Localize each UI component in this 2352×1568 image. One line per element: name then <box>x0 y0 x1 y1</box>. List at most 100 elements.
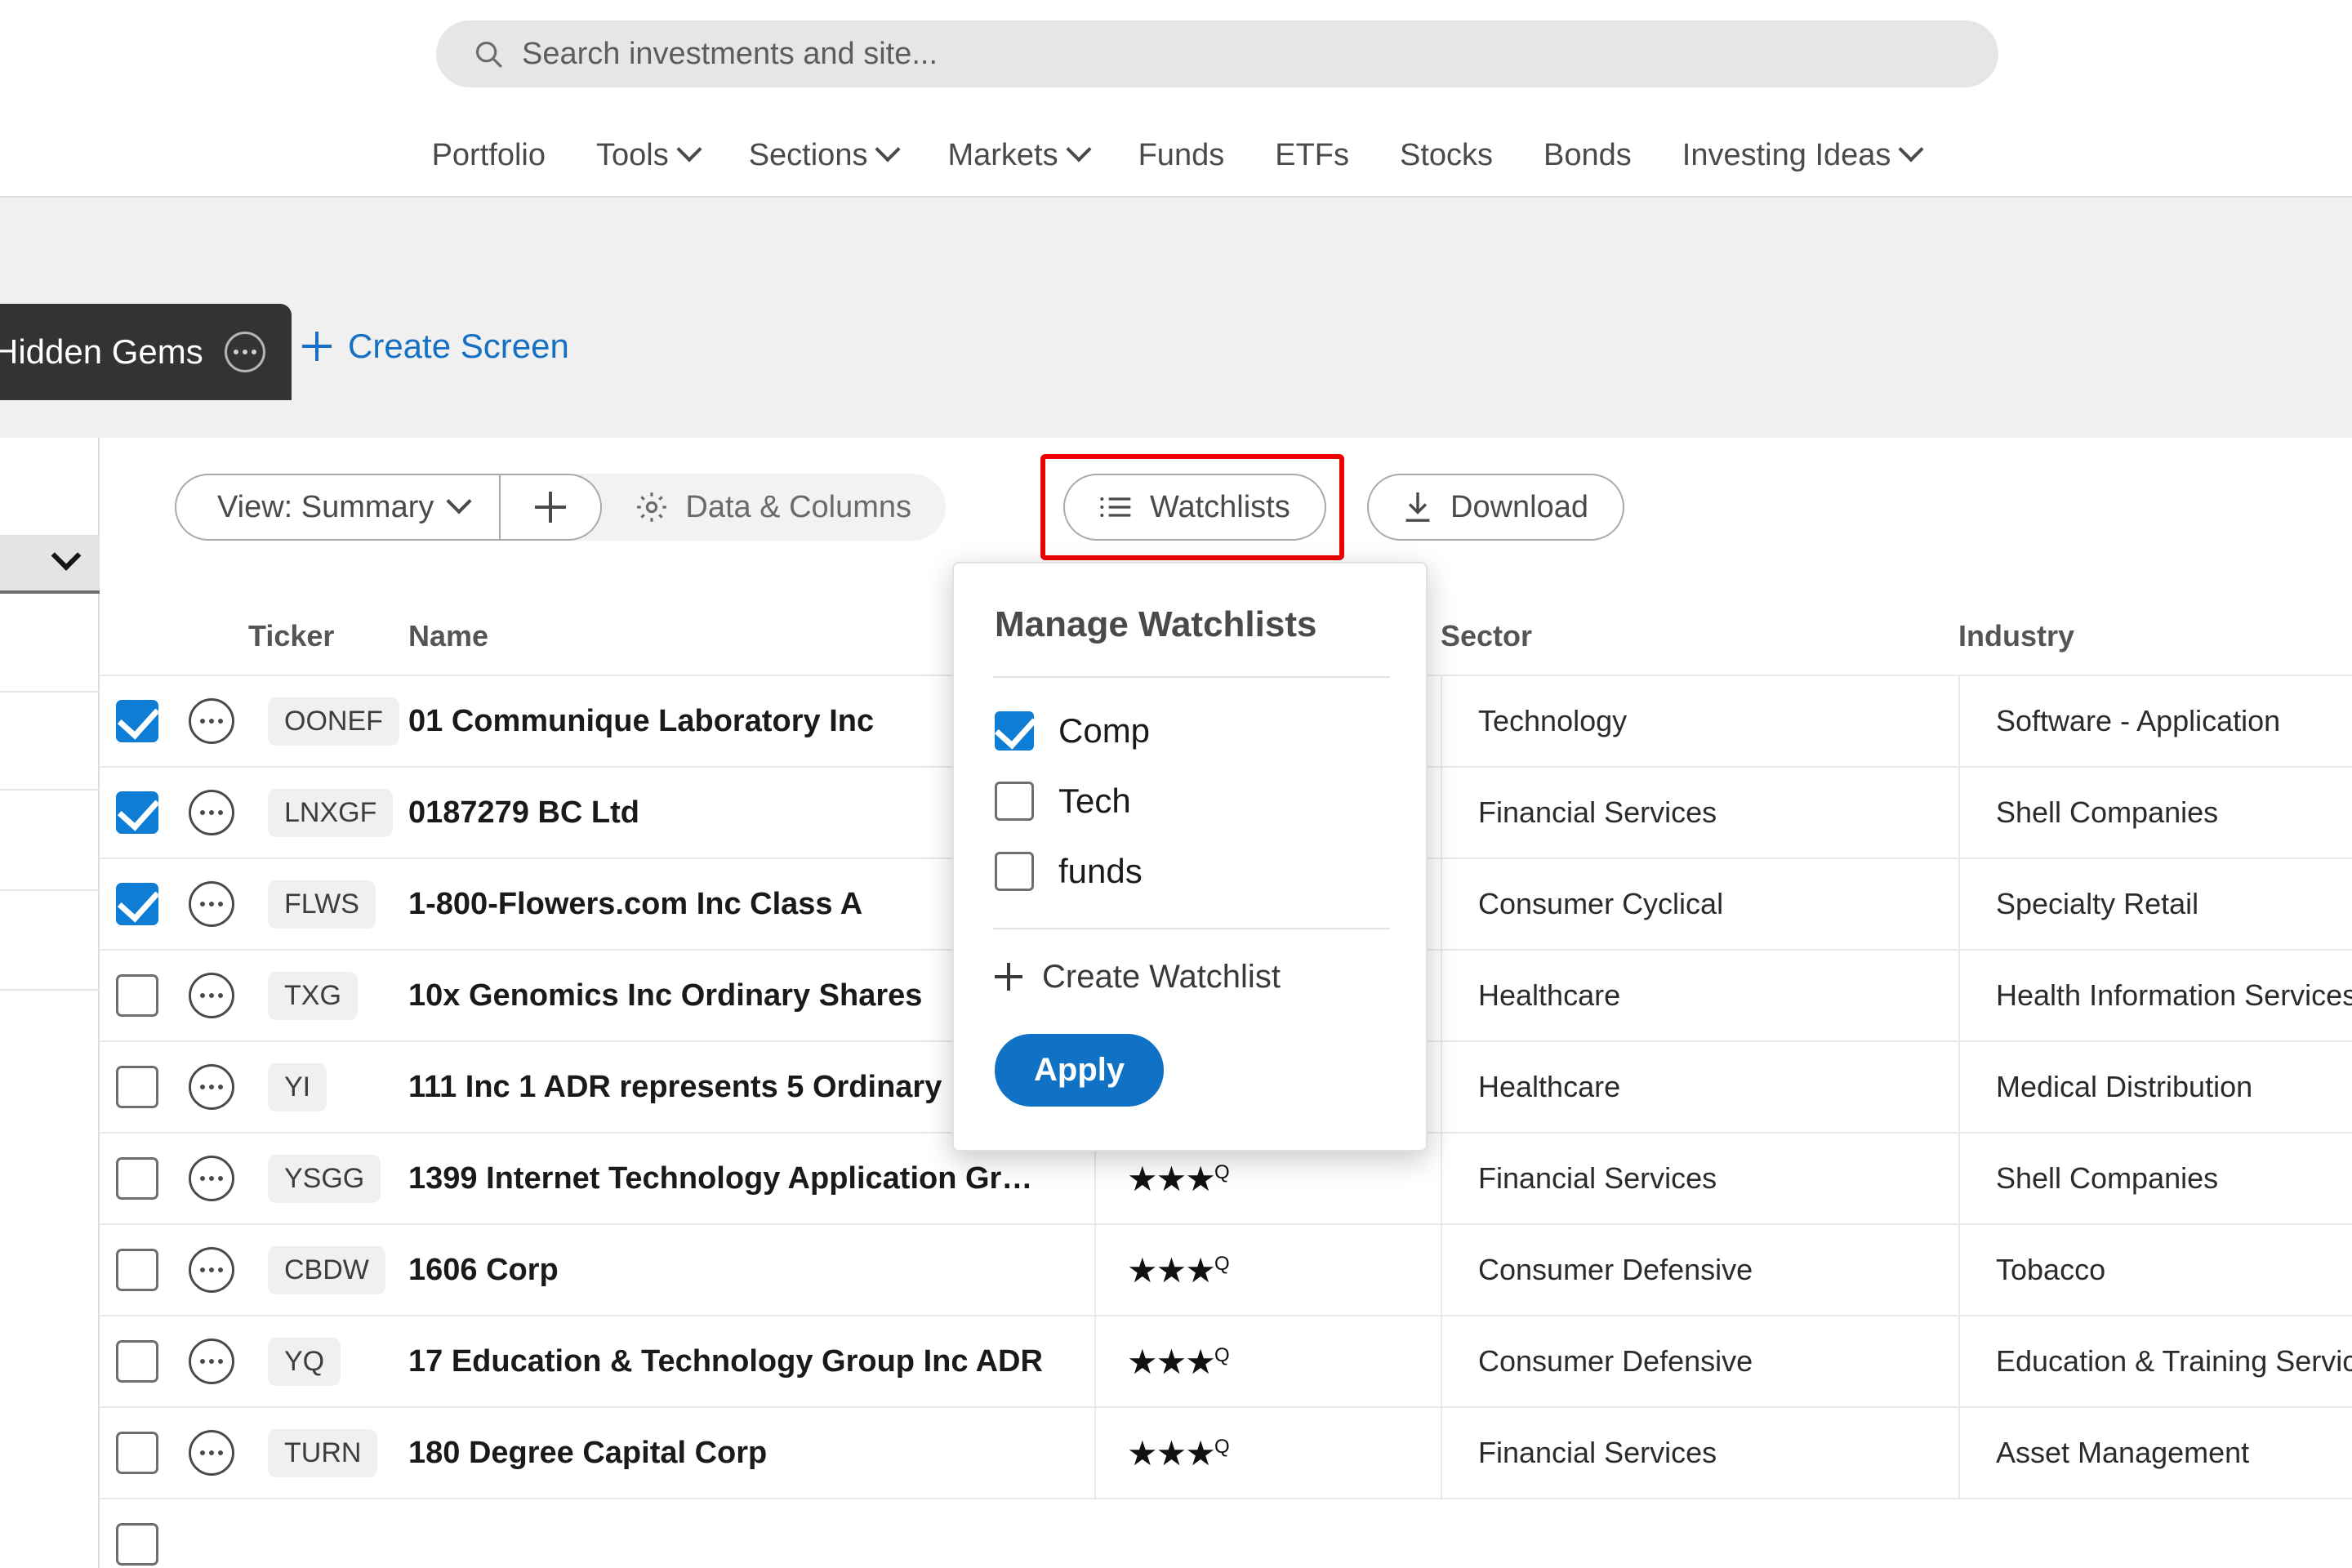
screen-tab-hidden-gems[interactable]: Hidden Gems <box>0 304 292 400</box>
row-checkbox[interactable] <box>116 1066 158 1108</box>
create-screen-button[interactable]: Create Screen <box>302 327 569 366</box>
sector-cell: Healthcare <box>1441 1041 1958 1133</box>
row-checkbox[interactable] <box>116 1340 158 1383</box>
sector-value: Financial Services <box>1478 1436 1717 1469</box>
header-sector[interactable]: Sector <box>1441 619 1958 675</box>
name-cell[interactable]: 17 Education & Technology Group Inc ADR <box>408 1344 1094 1379</box>
row-actions-cell <box>175 698 248 744</box>
chevron-down-icon <box>1066 136 1092 163</box>
name-cell[interactable]: 180 Degree Capital Corp <box>408 1436 1094 1471</box>
header-ticker[interactable]: Ticker <box>248 619 408 675</box>
row-actions-cell <box>175 790 248 835</box>
rating-badge: Q <box>1214 1160 1230 1183</box>
watchlist-option-comp[interactable]: Comp <box>954 696 1426 766</box>
industry-cell: Medical Distribution <box>1958 1041 2352 1133</box>
rail-collapse-dropdown[interactable] <box>0 535 100 594</box>
watchlist-option-label: Tech <box>1058 782 1131 820</box>
header-industry[interactable]: Industry <box>1958 619 2352 675</box>
ellipsis-icon[interactable] <box>189 1339 234 1384</box>
industry-value: Shell Companies <box>1996 1161 2219 1195</box>
watchlists-button[interactable]: Watchlists <box>1063 474 1326 541</box>
view-summary-dropdown[interactable]: View: Summary <box>175 474 501 541</box>
add-view-button[interactable] <box>501 474 603 541</box>
ellipsis-icon[interactable] <box>189 1156 234 1201</box>
download-button[interactable]: Download <box>1367 474 1624 541</box>
name-cell[interactable]: 1399 Internet Technology Application Gr… <box>408 1161 1094 1196</box>
row-checkbox[interactable] <box>116 700 158 742</box>
ellipsis-icon[interactable] <box>189 790 234 835</box>
apply-button[interactable]: Apply <box>995 1034 1165 1107</box>
nav-item-markets[interactable]: Markets <box>922 136 1112 173</box>
nav-item-etfs[interactable]: ETFs <box>1250 138 1374 173</box>
ticker-chip[interactable]: LNXGF <box>268 788 394 837</box>
watchlist-checkbox[interactable] <box>995 852 1034 891</box>
watchlist-option-label: Comp <box>1058 711 1151 750</box>
view-summary-label: View: Summary <box>217 489 434 524</box>
ticker-chip[interactable]: YI <box>268 1062 327 1111</box>
industry-value: Health Information Services <box>1996 978 2352 1012</box>
row-checkbox[interactable] <box>116 1523 158 1566</box>
nav-item-sections[interactable]: Sections <box>724 136 923 173</box>
row-select-cell <box>100 1340 175 1383</box>
nav-item-portfolio[interactable]: Portfolio <box>407 138 571 173</box>
download-label: Download <box>1450 489 1588 524</box>
industry-cell: Shell Companies <box>1958 767 2352 858</box>
nav-item-tools[interactable]: Tools <box>571 136 724 173</box>
nav-item-stocks[interactable]: Stocks <box>1374 138 1518 173</box>
industry-cell: Tobacco <box>1958 1224 2352 1316</box>
download-icon <box>1405 492 1430 522</box>
watchlist-option-tech[interactable]: Tech <box>954 766 1426 836</box>
table-toolbar: View: Summary Data & Columns Watchlists … <box>100 438 2352 562</box>
ticker-chip[interactable]: OONEF <box>268 697 399 746</box>
row-checkbox[interactable] <box>116 1249 158 1291</box>
row-checkbox[interactable] <box>116 1157 158 1200</box>
data-and-columns-label: Data & Columns <box>685 489 912 524</box>
row-checkbox[interactable] <box>116 974 158 1017</box>
ellipsis-icon[interactable] <box>189 973 234 1018</box>
ellipsis-icon[interactable] <box>189 698 234 744</box>
ticker-chip[interactable]: CBDW <box>268 1245 385 1294</box>
row-checkbox[interactable] <box>116 791 158 834</box>
ellipsis-icon[interactable] <box>189 1247 234 1293</box>
ellipsis-icon[interactable] <box>189 881 234 927</box>
row-select-cell <box>100 1523 175 1566</box>
nav-item-investing-ideas[interactable]: Investing Ideas <box>1657 136 1946 173</box>
watchlist-options: Comp Tech funds <box>954 696 1426 906</box>
table-row[interactable]: TURN 180 Degree Capital Corp ★★★Q Financial… <box>100 1406 2352 1499</box>
ellipsis-icon[interactable] <box>224 332 265 372</box>
nav-item-funds[interactable]: Funds <box>1113 138 1250 173</box>
watchlist-checkbox[interactable] <box>995 782 1034 821</box>
nav-label: Portfolio <box>431 137 546 172</box>
watchlists-label: Watchlists <box>1150 489 1290 524</box>
nav-item-bonds[interactable]: Bonds <box>1518 138 1657 173</box>
name-cell[interactable]: 1606 Corp <box>408 1253 1094 1288</box>
ticker-chip[interactable]: TXG <box>268 971 358 1020</box>
row-checkbox[interactable] <box>116 1432 158 1474</box>
ticker-chip[interactable]: TURN <box>268 1428 378 1477</box>
nav-label: Stocks <box>1400 137 1494 172</box>
ellipsis-icon[interactable] <box>189 1430 234 1476</box>
ellipsis-icon[interactable] <box>189 1064 234 1110</box>
row-actions-cell <box>175 1156 248 1201</box>
table-row[interactable]: CBDW 1606 Corp ★★★Q Consumer Defensive Tobac… <box>100 1223 2352 1316</box>
sector-value: Financial Services <box>1478 1161 1717 1195</box>
list-icon <box>1100 497 1131 517</box>
row-actions-cell <box>175 1247 248 1293</box>
industry-cell: Shell Companies <box>1958 1133 2352 1224</box>
ticker-chip[interactable]: YSGG <box>268 1154 381 1203</box>
sector-cell: Financial Services <box>1441 767 1958 858</box>
row-checkbox[interactable] <box>116 883 158 925</box>
sector-value: Consumer Defensive <box>1478 1253 1753 1286</box>
watchlist-option-funds[interactable]: funds <box>954 836 1426 906</box>
search-input[interactable] <box>522 36 1829 72</box>
table-row[interactable]: YQ 17 Education & Technology Group Inc AD… <box>100 1315 2352 1407</box>
search-bar[interactable] <box>436 20 1998 87</box>
data-and-columns-button[interactable]: Data & Columns <box>602 474 946 541</box>
table-row[interactable] <box>100 1498 2352 1568</box>
create-watchlist-button[interactable]: Create Watchlist <box>954 938 1426 1016</box>
row-select-cell <box>100 1249 175 1291</box>
row-select-cell <box>100 1432 175 1474</box>
watchlist-checkbox[interactable] <box>995 711 1034 751</box>
ticker-chip[interactable]: YQ <box>268 1337 341 1386</box>
ticker-chip[interactable]: FLWS <box>268 880 376 929</box>
